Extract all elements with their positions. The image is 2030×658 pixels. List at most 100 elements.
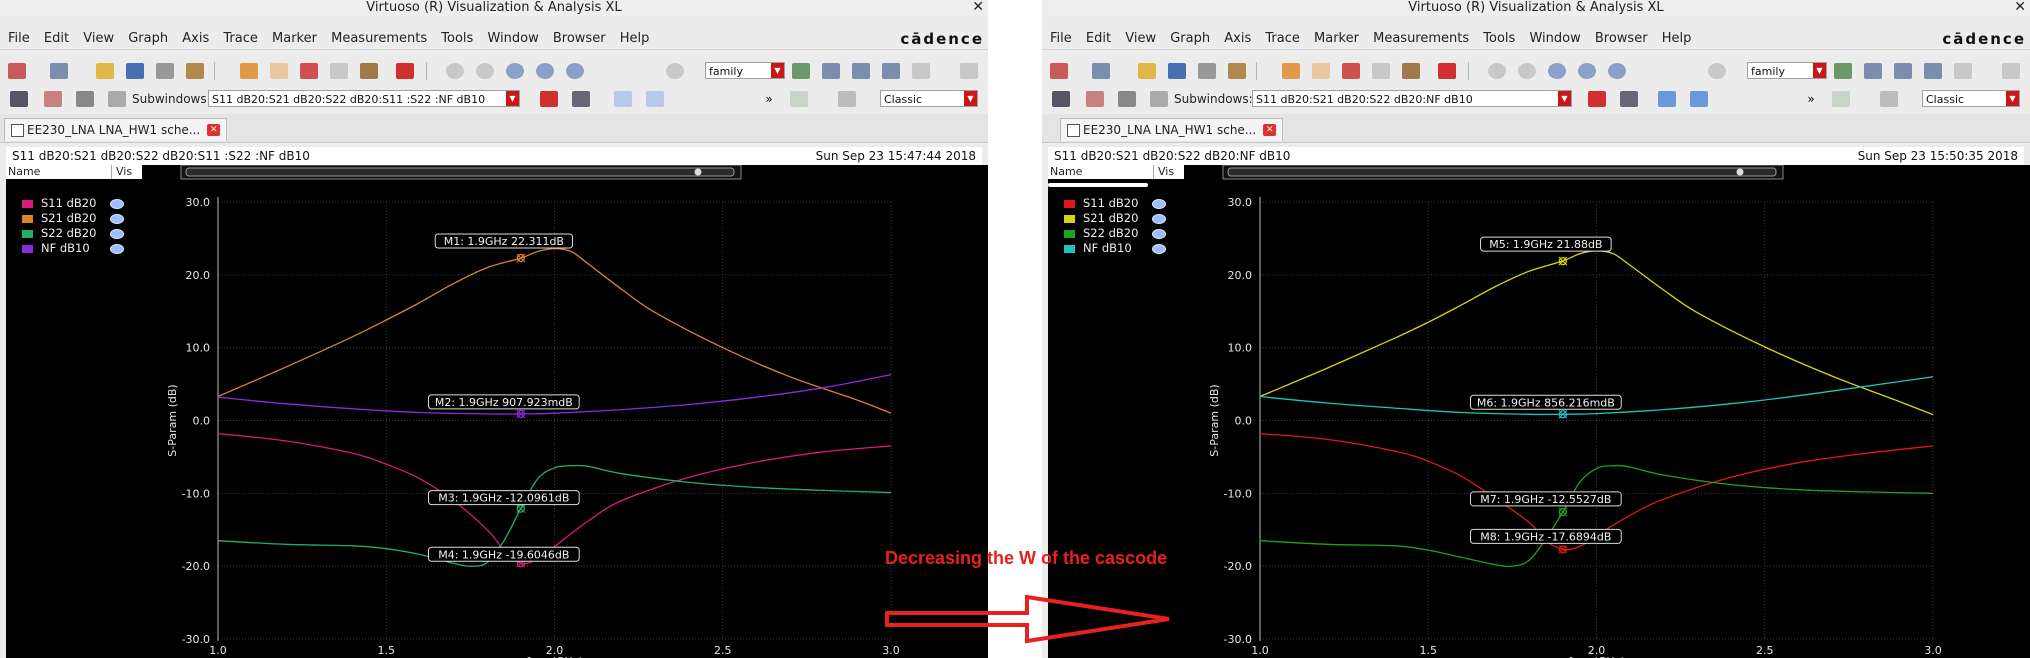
print-icon[interactable]	[1198, 63, 1216, 79]
menu-marker[interactable]: Marker	[1314, 29, 1359, 49]
chart-type-icon[interactable]	[790, 91, 808, 107]
flag-icon[interactable]	[540, 91, 558, 107]
zoom-y-icon[interactable]	[1708, 63, 1726, 79]
legend-item-nf[interactable]: NF dB10	[22, 241, 90, 256]
menu-measurements[interactable]: Measurements	[331, 29, 427, 49]
visibility-eye-icon[interactable]	[1152, 214, 1166, 224]
compose-icon[interactable]	[1954, 63, 1972, 79]
menu-tools[interactable]: Tools	[441, 29, 473, 49]
split-icon[interactable]	[1924, 63, 1942, 79]
window-close-icon[interactable]: ✕	[972, 0, 984, 15]
strip-chart-icon[interactable]	[822, 63, 840, 79]
grid-icon[interactable]	[838, 91, 856, 107]
new-window-icon[interactable]	[8, 63, 26, 79]
zoom-x-icon[interactable]	[1608, 63, 1626, 79]
menu-help[interactable]: Help	[1662, 29, 1692, 49]
undo-icon[interactable]	[1282, 63, 1300, 79]
overflow-chevron-icon[interactable]: »	[1802, 91, 1820, 107]
print-preview-icon[interactable]	[1228, 63, 1246, 79]
legend-item-nf[interactable]: NF dB10	[1064, 241, 1132, 256]
menu-trace[interactable]: Trace	[223, 29, 258, 49]
save-icon[interactable]	[1168, 63, 1186, 79]
zoom-x-icon[interactable]	[566, 63, 584, 79]
grid-icon[interactable]	[1880, 91, 1898, 107]
back-arrow-icon[interactable]	[614, 91, 632, 107]
pointer-tool-icon[interactable]	[10, 91, 28, 107]
tab-close-icon[interactable]: ✕	[1263, 124, 1277, 136]
card-view-icon[interactable]	[1894, 63, 1912, 79]
copy-icon[interactable]	[330, 63, 348, 79]
paste-icon[interactable]	[360, 63, 378, 79]
zoom-icon[interactable]	[1488, 63, 1506, 79]
visibility-eye-icon[interactable]	[110, 214, 124, 224]
forward-arrow-icon[interactable]	[646, 91, 664, 107]
menu-edit[interactable]: Edit	[1086, 29, 1111, 49]
tab-close-icon[interactable]: ✕	[207, 124, 221, 136]
redo-icon[interactable]	[270, 63, 288, 79]
sparam-plot-right[interactable]: 30.020.010.00.0-10.0-20.0-30.01.0 1.5 2.0 2…	[1190, 165, 2030, 658]
sparam-plot-left[interactable]: 30.020.010.00.0-10.0-20.0-30.01.0 1.5 2.0 2…	[148, 165, 988, 658]
zoom-y-icon[interactable]	[666, 63, 684, 79]
table-icon[interactable]	[960, 63, 978, 79]
tab-schematic[interactable]: EE230_LNA LNA_HW1 sche... ✕	[4, 118, 228, 141]
legend-item-s11[interactable]: S11 dB20	[1064, 196, 1138, 211]
redo-icon[interactable]	[1312, 63, 1330, 79]
delete-icon[interactable]	[1438, 63, 1456, 79]
legend-item-s22[interactable]: S22 dB20	[22, 226, 96, 241]
columns-layout-icon[interactable]	[108, 91, 126, 107]
legend-scrollbar[interactable]	[1048, 183, 1148, 187]
menu-axis[interactable]: Axis	[182, 29, 209, 49]
visibility-eye-icon[interactable]	[1152, 229, 1166, 239]
strip-chart-icon[interactable]	[1864, 63, 1882, 79]
copy-icon[interactable]	[1372, 63, 1390, 79]
family-combo[interactable]: family ▼	[705, 62, 785, 79]
marker-tool-icon[interactable]	[44, 91, 62, 107]
delete-icon[interactable]	[396, 63, 414, 79]
graph-layout-icon[interactable]	[792, 63, 810, 79]
columns-layout-icon[interactable]	[1150, 91, 1168, 107]
menu-window[interactable]: Window	[1529, 29, 1580, 49]
back-arrow-icon[interactable]	[1658, 91, 1676, 107]
menu-browser[interactable]: Browser	[553, 29, 606, 49]
zoom-out-icon[interactable]	[1518, 63, 1536, 79]
zoom-fit-icon[interactable]	[1548, 63, 1566, 79]
menu-help[interactable]: Help	[620, 29, 650, 49]
legend-item-s21[interactable]: S21 dB20	[22, 211, 96, 226]
menu-trace[interactable]: Trace	[1265, 29, 1300, 49]
family-combo[interactable]: family ▼	[1747, 62, 1827, 79]
strip-layout-icon[interactable]	[1118, 91, 1136, 107]
zoom-in-icon[interactable]	[1578, 63, 1596, 79]
new-window-icon[interactable]	[1050, 63, 1068, 79]
print-icon[interactable]	[156, 63, 174, 79]
zoom-icon[interactable]	[446, 63, 464, 79]
subwindows-combo[interactable]: S11 dB20:S21 dB20:S22 dB20:NF dB10 ▼	[1252, 90, 1572, 107]
card-view-icon[interactable]	[852, 63, 870, 79]
visibility-eye-icon[interactable]	[110, 244, 124, 254]
menu-graph[interactable]: Graph	[128, 29, 168, 49]
visibility-eye-icon[interactable]	[1152, 244, 1166, 254]
new-subwindow-icon[interactable]	[1092, 63, 1110, 79]
menu-window[interactable]: Window	[487, 29, 538, 49]
visibility-eye-icon[interactable]	[110, 229, 124, 239]
menu-file[interactable]: File	[1050, 29, 1072, 49]
menu-edit[interactable]: Edit	[44, 29, 69, 49]
forward-arrow-icon[interactable]	[1690, 91, 1708, 107]
new-subwindow-icon[interactable]	[50, 63, 68, 79]
cut-icon[interactable]	[300, 63, 318, 79]
menu-view[interactable]: View	[1125, 29, 1156, 49]
menu-tools[interactable]: Tools	[1483, 29, 1515, 49]
save-icon[interactable]	[126, 63, 144, 79]
pointer-tool-icon[interactable]	[1052, 91, 1070, 107]
subwindows-combo[interactable]: S11 dB20:S21 dB20:S22 dB20:S11 :S22 :NF …	[208, 90, 520, 107]
visibility-eye-icon[interactable]	[110, 199, 124, 209]
cut-icon[interactable]	[1342, 63, 1360, 79]
menu-graph[interactable]: Graph	[1170, 29, 1210, 49]
chart-type-icon[interactable]	[1832, 91, 1850, 107]
legend-item-s21[interactable]: S21 dB20	[1064, 211, 1138, 226]
menu-view[interactable]: View	[83, 29, 114, 49]
info-icon[interactable]	[1620, 91, 1638, 107]
paste-icon[interactable]	[1402, 63, 1420, 79]
zoom-fit-icon[interactable]	[506, 63, 524, 79]
zoom-out-icon[interactable]	[476, 63, 494, 79]
legend-item-s11[interactable]: S11 dB20	[22, 196, 96, 211]
